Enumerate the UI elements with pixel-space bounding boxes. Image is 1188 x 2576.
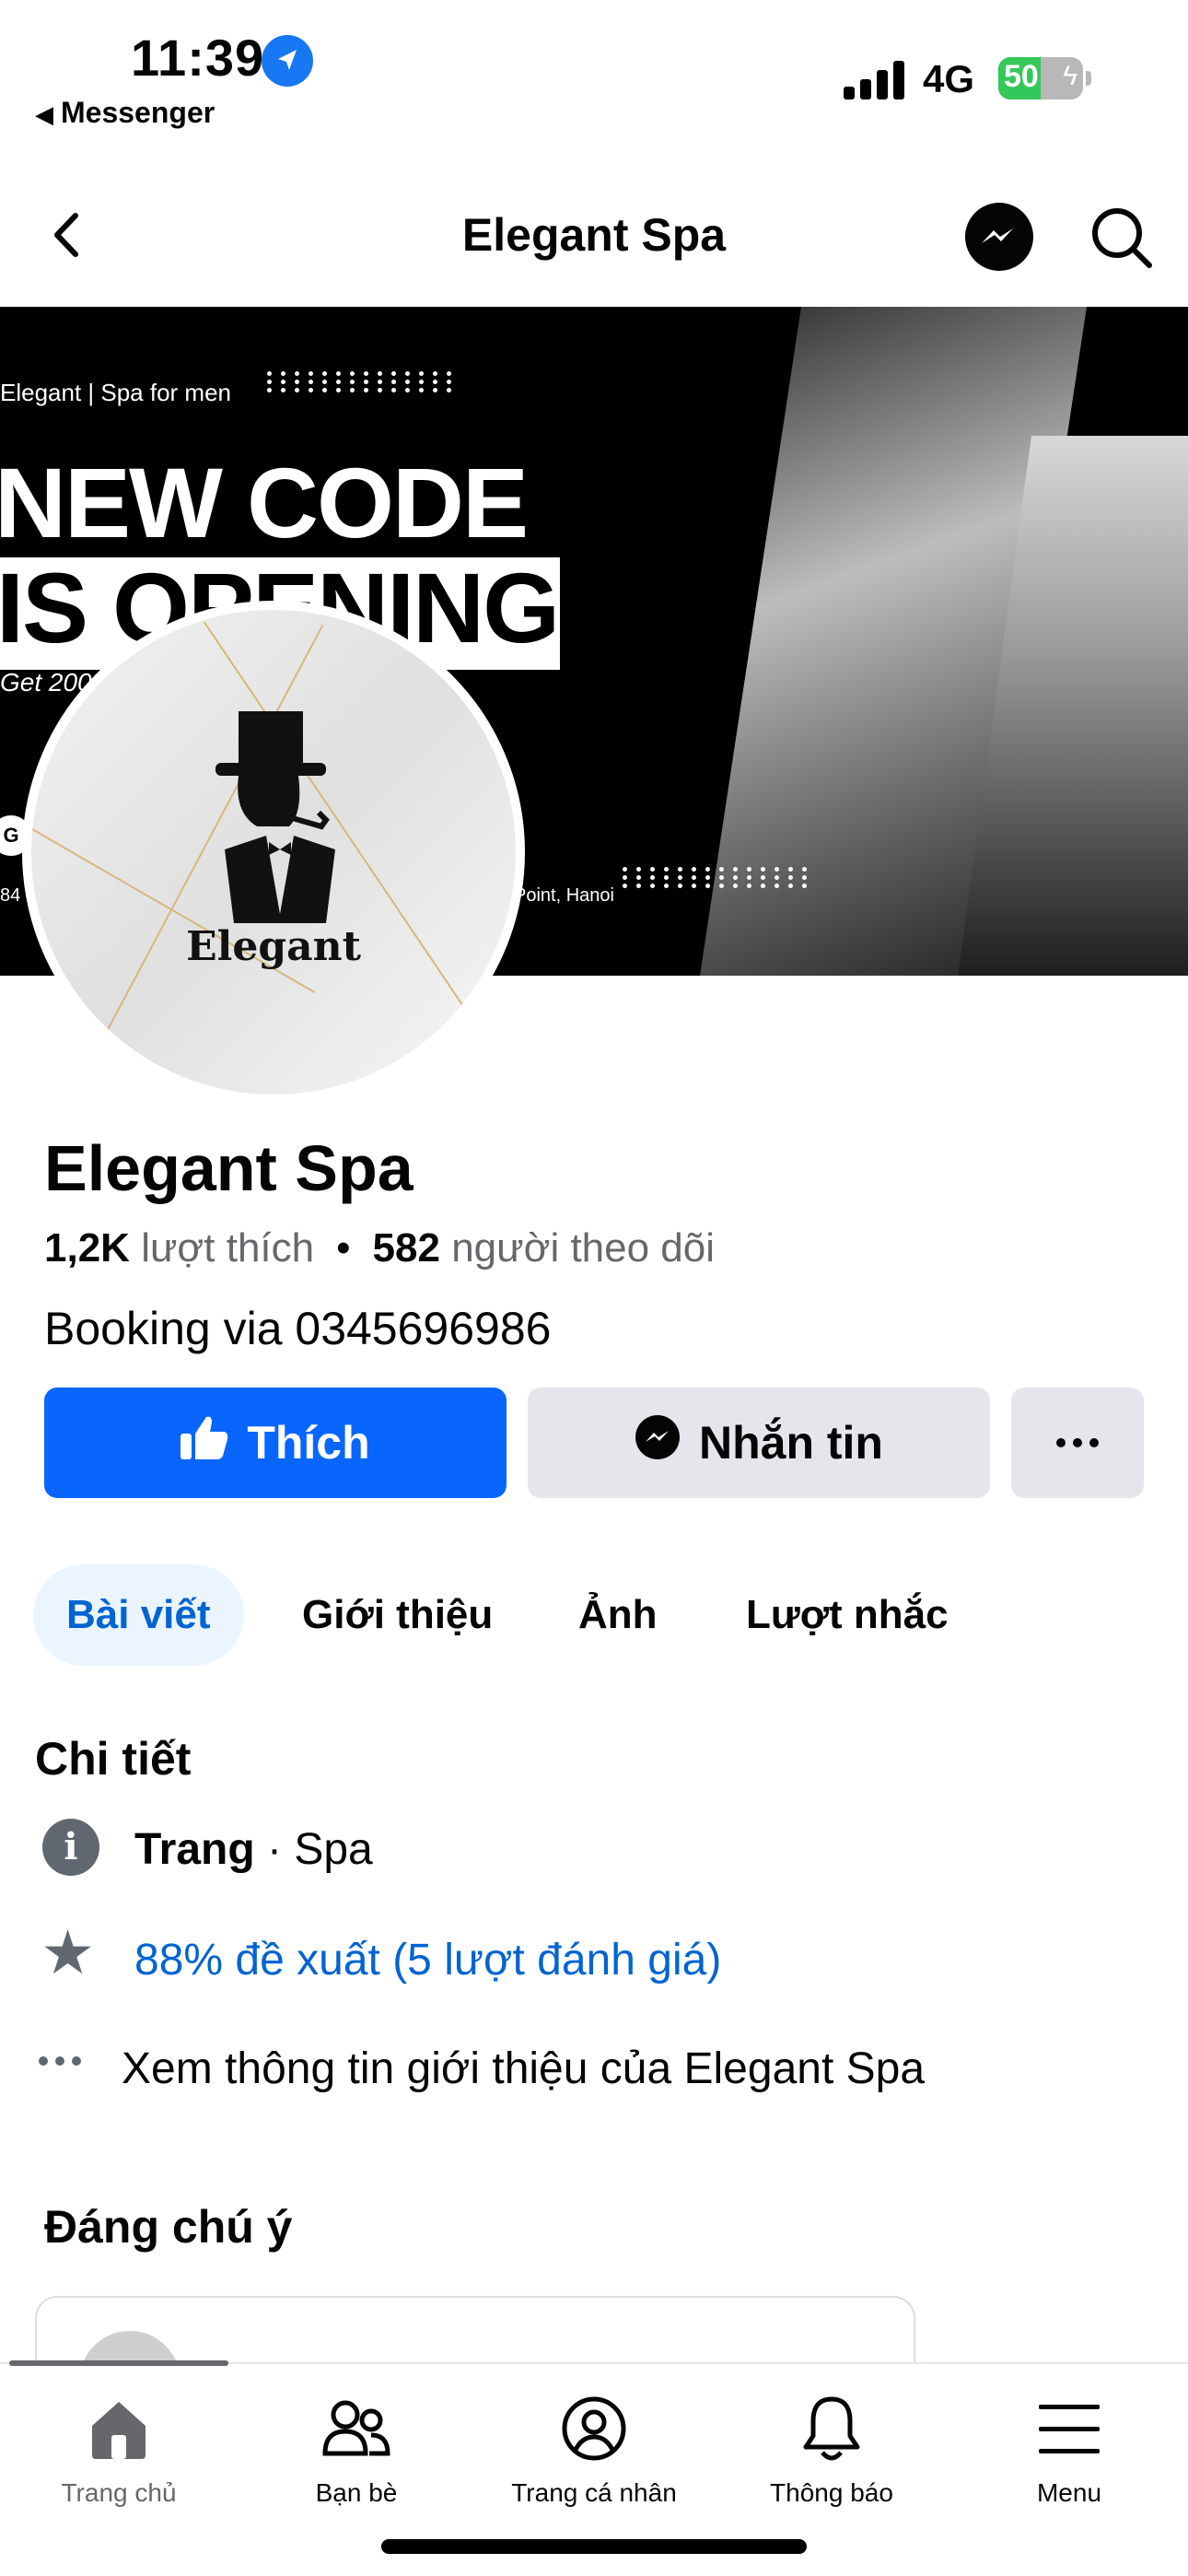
more-dots-icon — [1056, 1438, 1099, 1447]
battery-cap — [1086, 71, 1091, 86]
tab-about[interactable]: Giới thiệu — [302, 1564, 493, 1666]
bell-icon — [726, 2392, 938, 2465]
detail-page-type-bold: Trang — [134, 1825, 255, 1874]
home-icon — [13, 2392, 225, 2465]
back-to-app-link[interactable]: ◀ Messenger — [35, 96, 215, 130]
page-stats[interactable]: 1,2K lượt thích • 582 người theo dõi — [44, 1225, 715, 1271]
message-button-label: Nhắn tin — [699, 1417, 883, 1469]
signal-icon — [844, 61, 906, 100]
messenger-button[interactable] — [965, 203, 1033, 271]
page-bio: Booking via 0345696986 — [44, 1303, 552, 1354]
search-button[interactable] — [1087, 203, 1157, 273]
search-icon — [1092, 208, 1152, 268]
details-title: Chi tiết — [35, 1733, 192, 1785]
profile-icon — [488, 2392, 700, 2465]
profile-avatar[interactable]: Elegant — [22, 601, 525, 1104]
more-dots-icon — [39, 2056, 81, 2066]
detail-page-type: Trang · Spa — [134, 1824, 373, 1875]
more-options-button[interactable] — [1011, 1388, 1144, 1498]
tabbar-profile-label: Trang cá nhân — [511, 2478, 677, 2507]
tabbar-home-label: Trang chủ — [61, 2478, 177, 2507]
cover-dot-pattern — [267, 371, 458, 392]
tabbar-profile[interactable]: Trang cá nhân — [488, 2392, 700, 2508]
home-indicator[interactable] — [381, 2539, 807, 2554]
tabbar-home[interactable]: Trang chủ — [13, 2392, 225, 2508]
back-triangle-icon: ◀ — [35, 100, 53, 128]
status-time: 11:39 — [131, 29, 265, 87]
messenger-icon — [635, 1414, 681, 1471]
hamburger-menu-icon — [963, 2392, 1175, 2465]
tabbar-notifications[interactable]: Thông báo — [726, 2392, 938, 2508]
charging-bolt-icon: ϟ — [1063, 61, 1077, 91]
cover-tagline: Elegant | Spa for men — [0, 379, 232, 406]
cover-headline-1: NEW CODE — [0, 447, 529, 558]
gentleman-silhouette-icon — [215, 711, 335, 923]
friends-icon — [250, 2392, 462, 2465]
info-icon: i — [42, 1819, 99, 1876]
recommendation-link[interactable]: 88% đề xuất (5 lượt đánh giá) — [134, 1935, 721, 1985]
message-button[interactable]: Nhắn tin — [528, 1388, 990, 1498]
cover-address-text: Point, Hanoi — [514, 885, 614, 906]
see-about-link[interactable]: Xem thông tin giới thiệu của Elegant Spa — [122, 2043, 925, 2094]
scroll-indicator — [9, 2360, 228, 2366]
cover-dot-pattern-bottom — [623, 867, 813, 888]
tabbar-menu[interactable]: Menu — [963, 2392, 1175, 2508]
back-app-label: Messenger — [61, 96, 215, 129]
tabbar-notifications-label: Thông báo — [770, 2478, 893, 2507]
profile-tabs: Bài viết Giới thiệu Ảnh Lượt nhắc — [0, 1564, 1188, 1666]
tab-posts[interactable]: Bài viết — [33, 1564, 244, 1666]
star-icon: ★ — [41, 1918, 96, 1986]
status-bar: 11:39 ◀ Messenger 4G 50 ϟ — [0, 0, 1188, 147]
network-type: 4G — [923, 57, 975, 100]
noteworthy-title: Đáng chú ý — [44, 2201, 293, 2253]
tabbar-friends-label: Bạn bè — [315, 2478, 398, 2507]
battery-level: 50 — [1004, 59, 1039, 94]
page-name: Elegant Spa — [44, 1132, 413, 1204]
thumbs-up-icon — [181, 1415, 228, 1470]
location-arrow-icon — [262, 35, 313, 87]
likes-count: 1,2K — [44, 1225, 130, 1270]
cover-phone-text: 84 — [0, 885, 21, 906]
avatar-logo-text: Elegant — [186, 923, 361, 970]
tab-photos[interactable]: Ảnh — [578, 1564, 658, 1666]
like-button[interactable]: Thích — [44, 1388, 507, 1498]
tabbar-friends[interactable]: Bạn bè — [250, 2392, 462, 2508]
avatar-logo: Elegant — [31, 610, 516, 1095]
likes-label: lượt thích — [141, 1225, 315, 1270]
like-button-label: Thích — [247, 1417, 370, 1469]
tabbar-menu-label: Menu — [1036, 2478, 1102, 2507]
detail-page-type-category: · Spa — [254, 1825, 373, 1874]
battery-icon: 50 ϟ — [998, 57, 1083, 100]
tab-mentions[interactable]: Lượt nhắc — [746, 1564, 949, 1666]
stats-separator: • — [336, 1225, 351, 1270]
followers-label: người theo dõi — [451, 1225, 716, 1270]
navbar: Elegant Spa — [0, 175, 1188, 304]
followers-count: 582 — [372, 1225, 440, 1270]
messenger-icon — [982, 228, 1013, 243]
